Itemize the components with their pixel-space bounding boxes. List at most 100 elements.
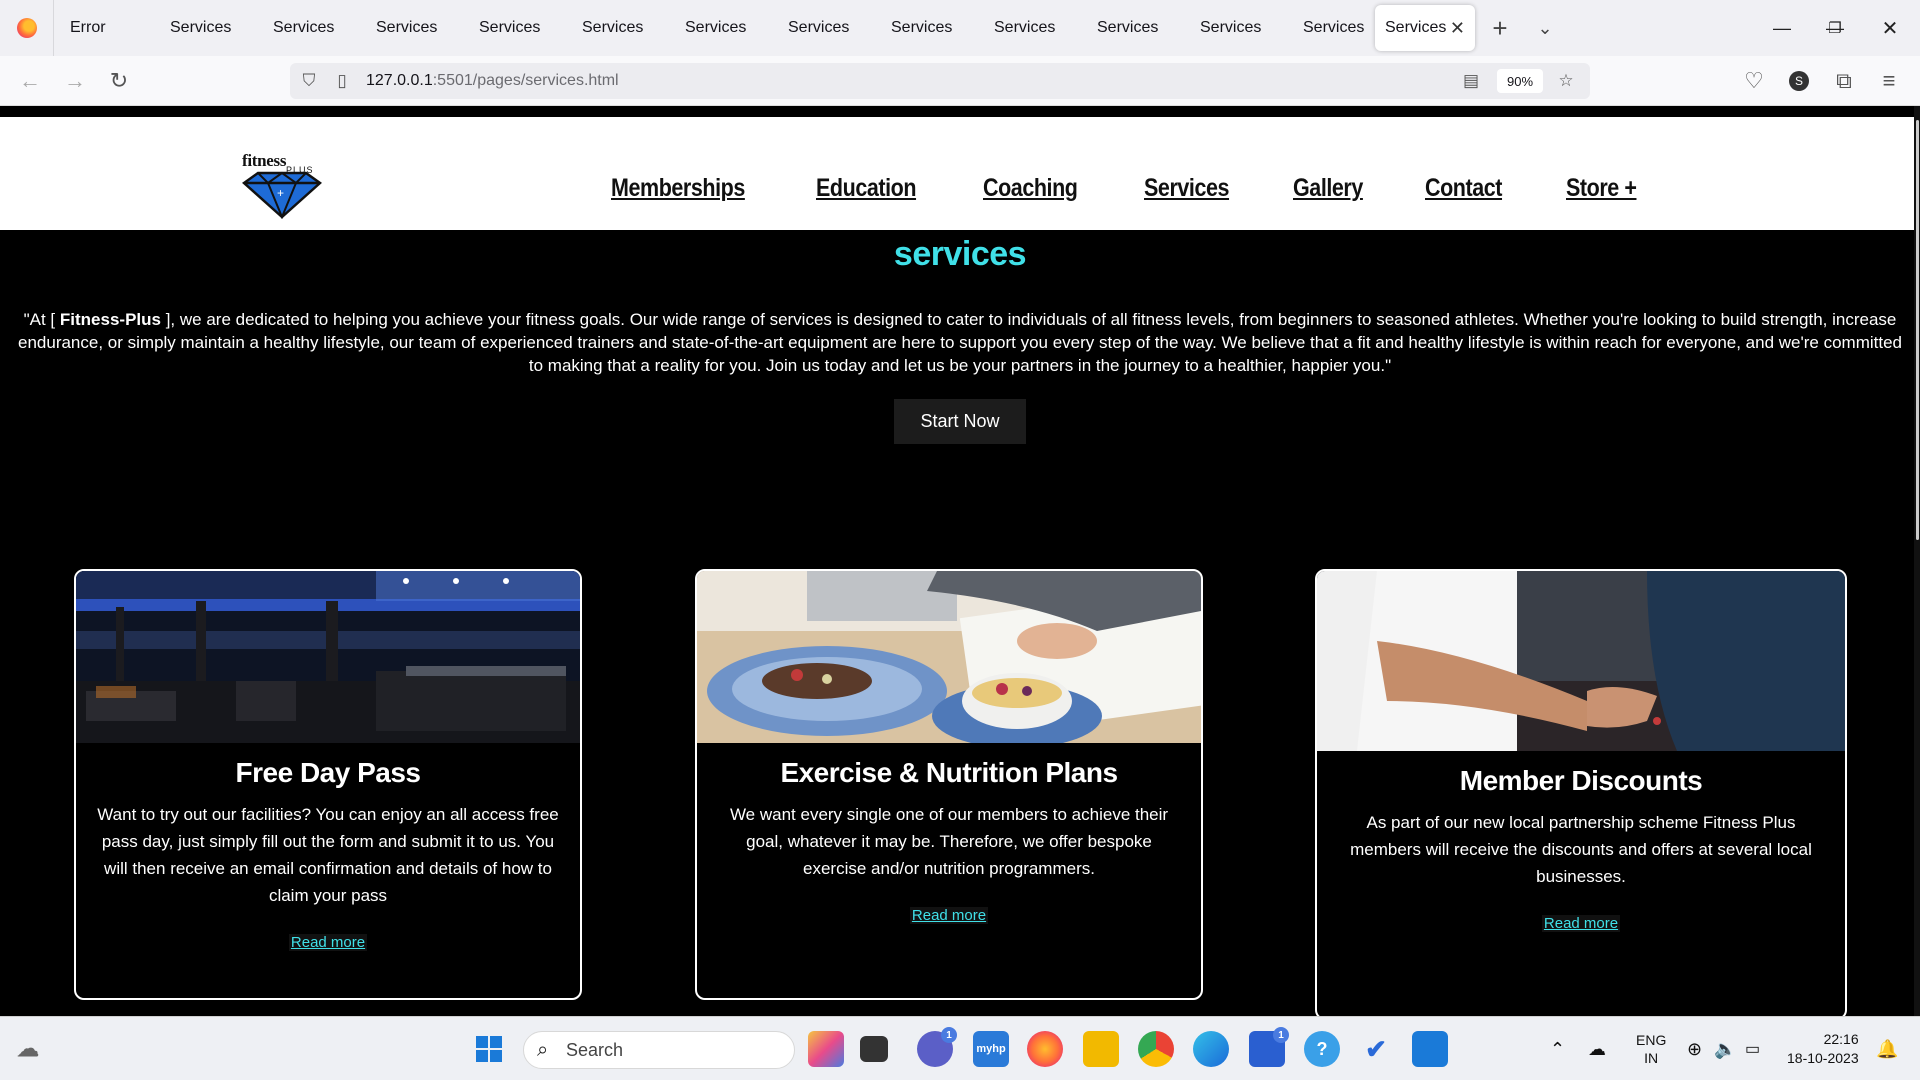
chrome-icon[interactable]	[1138, 1031, 1174, 1067]
tab-services[interactable]: Services	[772, 0, 875, 56]
copilot-icon[interactable]	[808, 1031, 844, 1067]
language-code: ENG	[1636, 1032, 1667, 1048]
battery-icon[interactable]: ▭	[1745, 1017, 1760, 1080]
chat-badge: 1	[941, 1027, 957, 1043]
tab-services[interactable]: Services	[875, 0, 978, 56]
card-member-discounts: Member Discounts As part of our new loca…	[1315, 569, 1847, 1016]
network-globe-icon[interactable]: ⊕	[1687, 1017, 1702, 1080]
vscode-icon[interactable]	[1412, 1031, 1448, 1067]
store-icon[interactable]: 1	[1249, 1027, 1289, 1067]
tab-label: Services	[891, 19, 953, 36]
tab-services[interactable]: Services	[1287, 0, 1375, 56]
nav-store[interactable]: Store +	[1566, 174, 1637, 203]
url-bar[interactable]: ⛉ ▯ 127.0.0.1:5501/pages/services.html ▤…	[290, 63, 1590, 99]
back-arrow-icon[interactable]: ←	[13, 64, 47, 98]
tab-label: Services	[1385, 19, 1447, 36]
firefox-taskbar-icon[interactable]	[1027, 1031, 1063, 1067]
tab-services-active[interactable]: Services ✕	[1375, 5, 1475, 51]
intro-text-start: "At [	[23, 310, 60, 329]
tab-services[interactable]: Services	[978, 0, 1081, 56]
close-tab-icon[interactable]: ✕	[1450, 18, 1465, 39]
tab-error[interactable]: Error	[54, 0, 154, 56]
tab-label: Services	[582, 19, 644, 36]
browser-nav-bar: ← → ↻ ⛉ ▯ 127.0.0.1:5501/pages/services.…	[0, 56, 1920, 106]
edge-icon[interactable]	[1193, 1031, 1229, 1067]
url-path: :5501/pages/services.html	[432, 72, 619, 89]
card-title: Member Discounts	[1459, 765, 1703, 796]
firefox-icon[interactable]	[0, 0, 54, 56]
show-hidden-icons-chevron[interactable]: ⌃	[1550, 1017, 1565, 1080]
tab-services[interactable]: Services	[154, 0, 257, 56]
browser-tab-bar: Error Services Services Services Service…	[0, 0, 1920, 56]
page-icon[interactable]: ▯	[330, 69, 354, 93]
read-more-link[interactable]: Read more	[909, 907, 989, 924]
tab-services[interactable]: Services	[566, 0, 669, 56]
reader-view-icon[interactable]: ▤	[1459, 69, 1483, 93]
page-scrollbar[interactable]	[1914, 106, 1920, 1016]
read-more-link[interactable]: Read more	[288, 934, 368, 951]
notification-bell-icon[interactable]: 🔔	[1876, 1017, 1898, 1080]
pocket-icon[interactable]: ♡	[1737, 64, 1771, 98]
nav-coaching[interactable]: Coaching	[983, 174, 1078, 203]
fitness-plus-logo[interactable]: fitness PLUS +	[242, 151, 324, 223]
extensions-icon[interactable]: ⧉	[1827, 64, 1861, 98]
myhp-icon[interactable]: myhp	[973, 1031, 1009, 1067]
tab-services[interactable]: Services	[360, 0, 463, 56]
language-indicator[interactable]: ENG IN	[1636, 1017, 1666, 1080]
restore-window-icon[interactable]: ❐	[1807, 0, 1863, 56]
brand-name: Fitness-Plus	[59, 310, 161, 329]
nav-contact[interactable]: Contact	[1425, 174, 1502, 203]
main-nav: Memberships Education Coaching Services …	[611, 174, 1648, 203]
weather-widget-icon[interactable]: ☁	[10, 1031, 46, 1067]
page-title: services	[893, 235, 1027, 273]
search-placeholder: Search	[566, 1039, 624, 1060]
region-code: IN	[1644, 1050, 1659, 1066]
tab-label: Services	[994, 19, 1056, 36]
file-explorer-icon[interactable]	[1083, 1031, 1119, 1067]
url-text[interactable]: 127.0.0.1:5501/pages/services.html	[366, 72, 619, 90]
taskbar-search-input[interactable]: ⌕ Search	[523, 1031, 795, 1069]
svg-text:+: +	[277, 186, 284, 200]
onedrive-icon[interactable]: ☁	[1588, 1017, 1606, 1080]
card-title: Free Day Pass	[235, 757, 421, 788]
nav-gallery[interactable]: Gallery	[1293, 174, 1363, 203]
start-now-button[interactable]: Start Now	[894, 399, 1026, 444]
minimize-window-icon[interactable]: —	[1754, 0, 1810, 56]
tab-label: Services	[376, 19, 438, 36]
todo-icon[interactable]: ✔	[1358, 1031, 1394, 1067]
list-tabs-chevron-icon[interactable]: ⌄	[1525, 18, 1565, 39]
reload-icon[interactable]: ↻	[102, 64, 136, 98]
search-icon: ⌕	[537, 1039, 549, 1061]
close-window-icon[interactable]: ✕	[1862, 0, 1918, 56]
windows-start-icon[interactable]	[471, 1031, 507, 1067]
tab-services[interactable]: Services	[1081, 0, 1184, 56]
nav-education[interactable]: Education	[816, 174, 916, 203]
clock[interactable]: 22:16 18-10-2023	[1787, 1017, 1859, 1080]
new-tab-button[interactable]: +	[1475, 13, 1525, 44]
tab-services[interactable]: Services	[257, 0, 360, 56]
forward-arrow-icon[interactable]: →	[58, 64, 92, 98]
menu-hamburger-icon[interactable]: ≡	[1872, 64, 1906, 98]
task-view-icon[interactable]	[860, 1036, 888, 1062]
bookmark-star-icon[interactable]: ☆	[1554, 69, 1578, 93]
tab-services[interactable]: Services	[669, 0, 772, 56]
taskbar: ☁ ⌕ Search 1 myhp 1 ? ✔ ⌃ ☁ ENG IN ⊕ 🔈 ▭…	[0, 1016, 1920, 1080]
intro-paragraph: "At [ Fitness-Plus ], we are dedicated t…	[15, 308, 1905, 377]
tab-services[interactable]: Services	[1184, 0, 1287, 56]
help-icon[interactable]: ?	[1304, 1031, 1340, 1067]
tab-label: Services	[1200, 19, 1262, 36]
zoom-badge[interactable]: 90%	[1497, 69, 1543, 93]
account-icon[interactable]: S	[1782, 64, 1816, 98]
tab-label: Services	[685, 19, 747, 36]
shield-icon[interactable]: ⛉	[297, 69, 321, 93]
chat-icon[interactable]: 1	[917, 1027, 957, 1067]
url-host: 127.0.0.1	[366, 72, 433, 89]
card-description: As part of our new local partnership sch…	[1350, 813, 1812, 886]
nav-memberships[interactable]: Memberships	[611, 174, 745, 203]
volume-icon[interactable]: 🔈	[1714, 1017, 1736, 1080]
tab-services[interactable]: Services	[463, 0, 566, 56]
tab-label: Services	[273, 19, 335, 36]
read-more-link[interactable]: Read more	[1541, 915, 1621, 932]
nav-services[interactable]: Services	[1144, 174, 1229, 203]
nutrition-plan-image	[697, 571, 1201, 743]
